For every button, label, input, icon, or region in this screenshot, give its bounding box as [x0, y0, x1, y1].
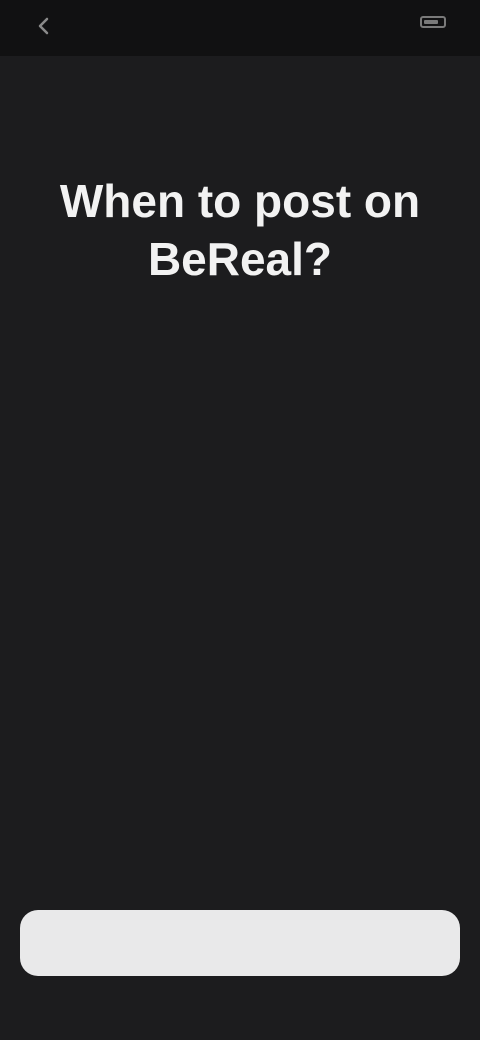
continue-button[interactable] — [20, 910, 460, 976]
battery-icon — [420, 16, 446, 28]
status-bar — [0, 0, 480, 56]
status-indicators — [414, 16, 446, 28]
back-chevron-icon[interactable] — [34, 16, 54, 36]
page-title: When to post on BeReal? — [59, 175, 421, 285]
back-navigation[interactable] — [34, 16, 62, 36]
onboarding-screen: When to post on BeReal? — [0, 0, 480, 1040]
